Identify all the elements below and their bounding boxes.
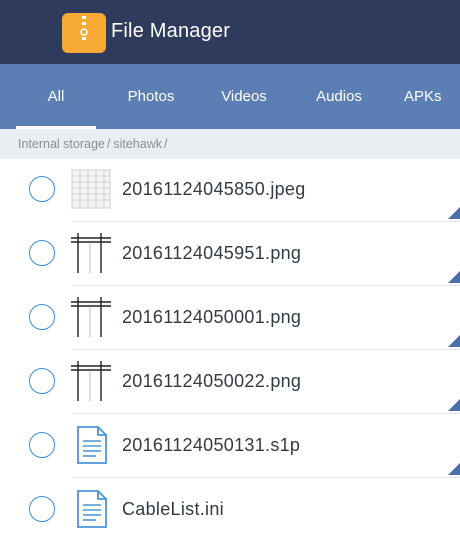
tab-apks[interactable]: APKs bbox=[404, 64, 460, 129]
divider bbox=[72, 413, 460, 414]
category-tabs: All Photos Videos Audios APKs bbox=[0, 64, 460, 129]
file-name: 20161124050001.png bbox=[122, 307, 302, 327]
file-row[interactable]: 20161124050131.s1p bbox=[0, 415, 460, 478]
image-table-thumbnail-icon bbox=[70, 296, 112, 338]
select-radio[interactable] bbox=[29, 496, 55, 522]
tab-label: APKs bbox=[404, 88, 442, 105]
select-radio[interactable] bbox=[29, 368, 55, 394]
select-radio[interactable] bbox=[29, 176, 55, 202]
file-row[interactable]: 20161124050001.png bbox=[0, 287, 460, 350]
select-radio[interactable] bbox=[29, 240, 55, 266]
divider bbox=[72, 221, 460, 222]
file-name: 20161124045951.png bbox=[122, 243, 302, 263]
tab-audios[interactable]: Audios bbox=[299, 64, 379, 129]
file-name: 20161124045850.jpeg bbox=[122, 179, 306, 199]
select-radio[interactable] bbox=[29, 304, 55, 330]
tab-videos[interactable]: Videos bbox=[204, 64, 284, 129]
image-table-thumbnail-icon bbox=[70, 232, 112, 274]
tab-all[interactable]: All bbox=[16, 64, 96, 129]
divider bbox=[72, 349, 460, 350]
file-row[interactable]: 20161124045951.png bbox=[0, 223, 460, 286]
title-bar: File Manager bbox=[0, 0, 460, 64]
tab-label: Videos bbox=[221, 88, 267, 105]
file-row[interactable]: CableList.ini bbox=[0, 479, 460, 542]
corner-marker bbox=[448, 271, 460, 283]
corner-marker bbox=[448, 399, 460, 411]
tab-label: All bbox=[47, 88, 65, 105]
breadcrumb-separator: / bbox=[106, 137, 111, 151]
app-title: File Manager bbox=[111, 20, 231, 42]
file-name: CableList.ini bbox=[122, 499, 224, 519]
image-grid-thumbnail-icon bbox=[70, 168, 112, 210]
breadcrumb-separator: / bbox=[163, 137, 168, 151]
file-name: 20161124050131.s1p bbox=[122, 435, 301, 455]
file-row[interactable]: 20161124045850.jpeg bbox=[0, 159, 460, 222]
select-radio[interactable] bbox=[29, 432, 55, 458]
corner-marker bbox=[448, 335, 460, 347]
tab-label: Photos bbox=[127, 88, 175, 105]
divider bbox=[72, 477, 460, 478]
breadcrumb-sitehawk[interactable]: sitehawk bbox=[113, 129, 162, 159]
divider bbox=[72, 285, 460, 286]
file-row[interactable]: 20161124050022.png bbox=[0, 351, 460, 414]
breadcrumb: Internal storage / sitehawk / bbox=[0, 129, 460, 159]
document-icon bbox=[70, 424, 112, 466]
image-table-thumbnail-icon bbox=[70, 360, 112, 402]
corner-marker bbox=[448, 463, 460, 475]
document-icon bbox=[70, 488, 112, 530]
file-name: 20161124050022.png bbox=[122, 371, 302, 391]
breadcrumb-internal-storage[interactable]: Internal storage bbox=[18, 129, 105, 159]
tab-label: Audios bbox=[316, 88, 362, 105]
tab-photos[interactable]: Photos bbox=[111, 64, 191, 129]
folder-zipper-icon bbox=[62, 13, 106, 53]
corner-marker bbox=[448, 207, 460, 219]
